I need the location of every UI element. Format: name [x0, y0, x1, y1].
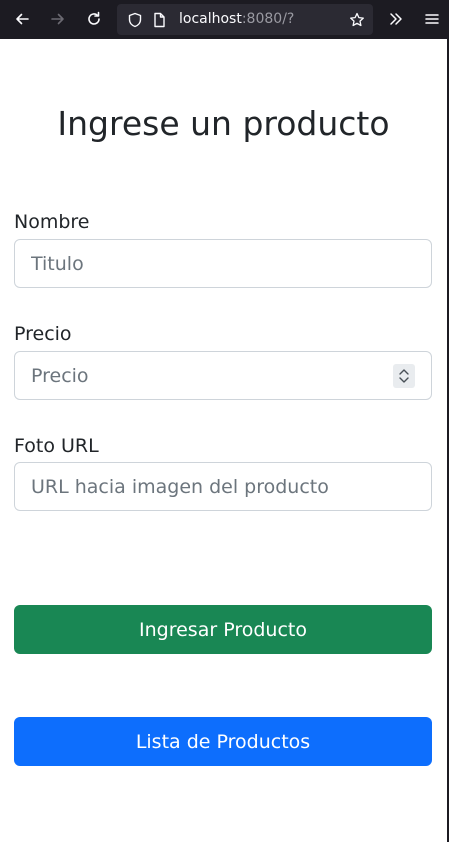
forward-arrow-icon	[51, 13, 64, 25]
hamburger-menu-icon	[425, 14, 439, 24]
url-text[interactable]: localhost:8080/?	[179, 11, 294, 27]
foto-url-input[interactable]	[14, 462, 432, 511]
overflow-menu-button[interactable]	[382, 5, 410, 33]
url-port-path: :8080/?	[241, 11, 295, 27]
chevron-down-icon[interactable]	[398, 376, 410, 384]
precio-label: Precio	[14, 323, 72, 345]
forward-button[interactable]	[44, 5, 72, 33]
reload-icon	[88, 11, 100, 25]
foto-url-label: Foto URL	[14, 435, 99, 457]
page-icon[interactable]	[145, 6, 173, 34]
back-arrow-icon	[16, 13, 29, 25]
url-bar[interactable]: localhost:8080/?	[117, 4, 373, 35]
nombre-label: Nombre	[14, 211, 90, 233]
bookmark-star-button[interactable]	[343, 6, 371, 34]
browser-toolbar: localhost:8080/?	[0, 0, 449, 39]
precio-stepper[interactable]	[393, 364, 415, 388]
ingresar-producto-button[interactable]: Ingresar Producto	[14, 605, 432, 654]
url-host: localhost	[179, 11, 242, 27]
app-menu-button[interactable]	[418, 5, 446, 33]
star-icon	[350, 12, 364, 27]
back-button[interactable]	[8, 5, 36, 33]
page-title: Ingrese un producto	[57, 104, 390, 143]
chevron-up-icon[interactable]	[398, 368, 410, 376]
lista-productos-button[interactable]: Lista de Productos	[14, 717, 432, 766]
overflow-chevrons-icon	[390, 13, 402, 25]
nombre-input[interactable]	[14, 239, 432, 288]
reload-button[interactable]	[80, 5, 108, 33]
precio-input[interactable]	[14, 351, 432, 400]
